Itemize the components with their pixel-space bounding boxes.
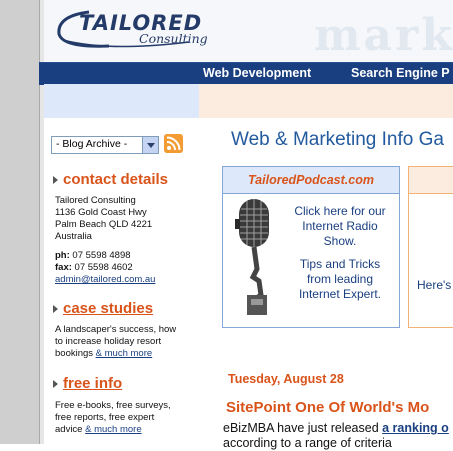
case-studies-line: A landscaper's success, how (55, 324, 177, 335)
post-ranking-link[interactable]: a ranking o (382, 421, 449, 435)
podcast-text[interactable]: Show. (281, 234, 399, 249)
podcast-text[interactable]: Internet Radio (281, 219, 399, 234)
logo-subtitle: Consulting (139, 31, 208, 46)
contact-line: Tailored Consulting (55, 195, 136, 206)
arrow-right-icon (53, 305, 58, 313)
content-top-band (199, 84, 453, 118)
post-date: Tuesday, August 28 (228, 372, 344, 386)
page-title: Web & Marketing Info Ga (231, 129, 444, 150)
arrow-right-icon (53, 380, 58, 388)
case-studies-heading[interactable]: case studies (63, 300, 153, 317)
window-left-gutter (0, 0, 40, 444)
contact-line: Australia (55, 231, 92, 242)
contact-fax: fax: 07 5598 4602 (55, 262, 133, 273)
case-studies-line: to increase holiday resort (55, 336, 162, 347)
left-sidebar: - Blog Archive - contact details Tailore… (44, 84, 199, 444)
contact-email-link[interactable]: admin@tailored.com.au (55, 274, 155, 286)
free-info-more-link[interactable]: & much more (85, 424, 142, 435)
side-promo-text[interactable]: Here's (417, 278, 451, 292)
contact-details-heading[interactable]: contact details (63, 171, 168, 188)
podcast-text[interactable]: Click here for our (281, 204, 399, 219)
arrow-right-icon (53, 176, 58, 184)
sidebar-top-band (44, 84, 199, 118)
nav-search-engine[interactable]: Search Engine P (351, 66, 450, 80)
chevron-down-icon[interactable] (142, 137, 158, 153)
microphone-icon (235, 199, 269, 315)
free-info-line: free reports, free expert (55, 412, 155, 423)
case-studies-line: bookings & much more (55, 348, 153, 359)
site-header: marketi TAILORED Consulting (44, 0, 453, 62)
side-promo-box[interactable]: Here's (408, 166, 453, 328)
free-info-line: advice & much more (55, 424, 142, 435)
podcast-text: Internet Expert. (298, 287, 382, 301)
case-studies-more-link[interactable]: & much more (96, 348, 153, 359)
contact-phone: ph: 07 5598 4898 (55, 250, 131, 261)
header-watermark: marketi (314, 10, 453, 61)
contact-line: 1136 Gold Coast Hwy (55, 207, 147, 218)
nav-web-development[interactable]: Web Development (203, 66, 311, 80)
blog-archive-select[interactable]: - Blog Archive - (51, 136, 159, 154)
side-promo-header (409, 167, 453, 194)
free-info-heading[interactable]: free info (63, 375, 122, 392)
podcast-box-title[interactable]: TailoredPodcast.com (223, 173, 399, 187)
post-title[interactable]: SitePoint One Of World's Mo (226, 399, 429, 416)
main-nav: Web Development Search Engine P (39, 62, 453, 85)
contact-line: Palm Beach QLD 4221 (55, 219, 153, 230)
podcast-box-header: TailoredPodcast.com (223, 167, 399, 194)
post-body: eBizMBA have just released a ranking o a… (223, 421, 449, 450)
rss-icon[interactable] (164, 134, 183, 153)
podcast-box[interactable]: TailoredPodcast.com Click here for our I… (222, 166, 400, 328)
podcast-text: Tips and Tricks (299, 257, 381, 271)
blog-archive-value: - Blog Archive - (56, 138, 128, 150)
free-info-line: Free e-books, free surveys, (55, 400, 171, 411)
podcast-text: from leading (306, 272, 374, 286)
